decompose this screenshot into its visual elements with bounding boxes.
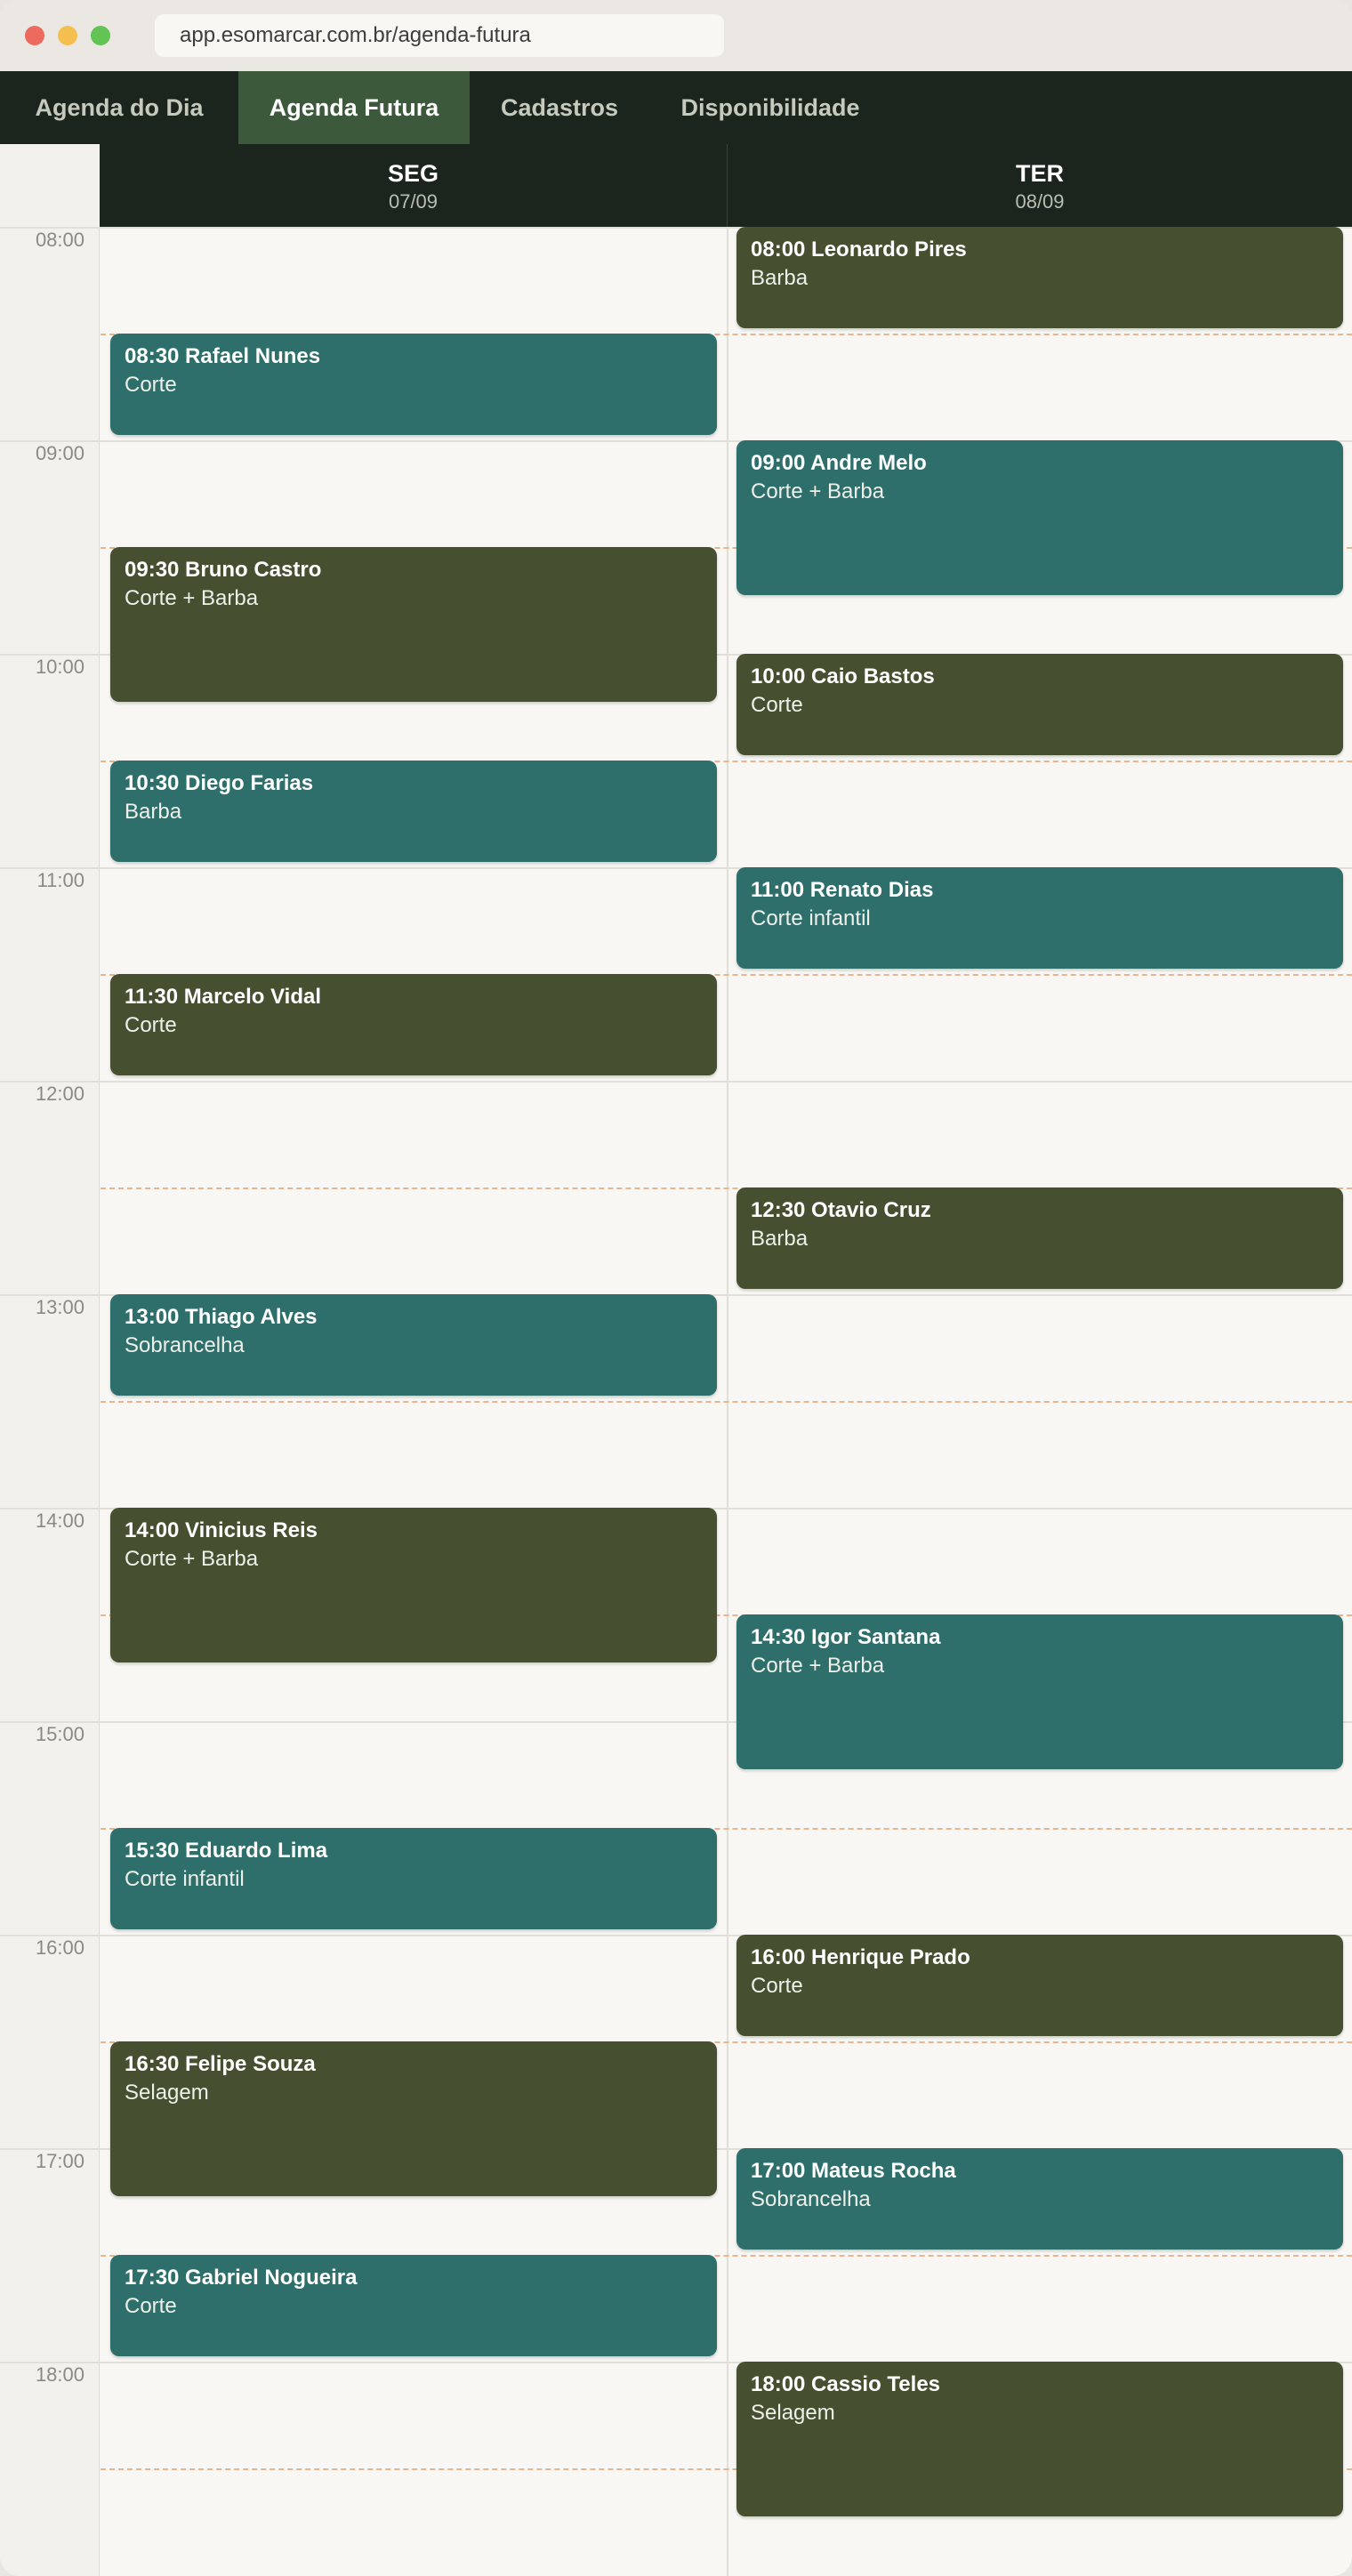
appointment-service: Corte infantil: [751, 906, 871, 930]
appointment-card[interactable]: 10:00 Caio Bastos Corte: [736, 654, 1343, 755]
appointment-card[interactable]: 17:00 Mateus Rocha Sobrancelha: [736, 2148, 1343, 2250]
appointment-service: Corte: [125, 2294, 177, 2318]
time-column: 08:00 09:00 10:00 11:00 12:00 13:00 14:00 15:00…: [0, 227, 100, 2576]
appointment-title: 12:30 Otavio Cruz: [751, 1198, 931, 1222]
appointment-title: 14:00 Vinicius Reis: [125, 1518, 318, 1542]
hour-label: 08:00: [35, 229, 84, 251]
hour-label: 14:00: [35, 1509, 84, 1532]
day-name: TER: [1016, 160, 1064, 187]
appointment-service: Corte: [125, 1013, 177, 1037]
appointment-title: 11:30 Marcelo Vidal: [125, 985, 322, 1009]
appointment-service: Corte + Barba: [751, 1654, 885, 1678]
appointment-card[interactable]: 14:00 Vinicius Reis Corte + Barba: [110, 1508, 717, 1662]
appointment-card[interactable]: 16:00 Henrique Prado Corte: [736, 1935, 1343, 2036]
hour-label: 17:00: [35, 2150, 84, 2172]
hour-label: 13:00: [35, 1296, 84, 1318]
time-header-corner: [0, 144, 100, 227]
appointment-title: 16:30 Felipe Souza: [125, 2052, 316, 2076]
appointment-service: Selagem: [125, 2081, 209, 2105]
appointment-service: Corte + Barba: [125, 1547, 259, 1571]
hour-label: 09:00: [35, 442, 84, 464]
header-divider: [727, 144, 728, 227]
appointment-title: 09:30 Bruno Castro: [125, 558, 322, 582]
day-header-seg: SEG 07/09: [100, 144, 727, 227]
browser-window: app.esomarcar.com.br/agenda-futura Agend…: [0, 0, 1352, 2576]
day-header-ter: TER 08/09: [728, 144, 1352, 227]
appointment-title: 14:30 Igor Santana: [751, 1625, 941, 1649]
appointment-card[interactable]: 15:30 Eduardo Lima Corte infantil: [110, 1828, 717, 1929]
appointment-card[interactable]: 13:00 Thiago Alves Sobrancelha: [110, 1294, 717, 1396]
hour-label: 12:00: [35, 1083, 84, 1105]
hour-label: 11:00: [36, 869, 84, 891]
maximize-window-icon[interactable]: [91, 26, 110, 45]
appointment-card[interactable]: 08:00 Leonardo Pires Barba: [736, 227, 1343, 328]
close-window-icon[interactable]: [25, 26, 44, 45]
day-date: 07/09: [388, 190, 439, 213]
appointment-title: 13:00 Thiago Alves: [125, 1305, 318, 1329]
appointment-service: Sobrancelha: [125, 1333, 245, 1357]
appointment-card[interactable]: 09:30 Bruno Castro Corte + Barba: [110, 547, 717, 702]
appointment-title: 16:00 Henrique Prado: [751, 1945, 970, 1969]
appointment-title: 10:30 Diego Farias: [125, 771, 314, 795]
nav-disponibilidade[interactable]: Disponibilidade: [649, 71, 891, 144]
appointment-service: Barba: [125, 800, 182, 824]
appointment-service: Corte + Barba: [751, 479, 885, 503]
main-nav: Agenda do Dia Agenda Futura Cadastros Di…: [0, 71, 1352, 144]
appointment-title: 10:00 Caio Bastos: [751, 664, 935, 688]
appointment-service: Sobrancelha: [751, 2187, 871, 2211]
address-bar[interactable]: app.esomarcar.com.br/agenda-futura: [155, 14, 724, 57]
appointment-card[interactable]: 12:30 Otavio Cruz Barba: [736, 1187, 1343, 1289]
hour-label: 10:00: [35, 656, 84, 678]
appointment-card[interactable]: 09:00 Andre Melo Corte + Barba: [736, 440, 1343, 595]
day-date: 08/09: [1015, 190, 1065, 213]
appointment-card[interactable]: 18:00 Cassio Teles Selagem: [736, 2362, 1343, 2516]
appointment-service: Corte: [751, 1974, 803, 1998]
appointment-card[interactable]: 14:30 Igor Santana Corte + Barba: [736, 1614, 1343, 1769]
appointment-service: Corte infantil: [125, 1867, 245, 1891]
half-hour-gridline: [101, 1401, 1352, 1403]
browser-chrome: app.esomarcar.com.br/agenda-futura: [0, 0, 1352, 71]
appointment-card[interactable]: 08:30 Rafael Nunes Corte: [110, 334, 717, 435]
appointment-title: 08:00 Leonardo Pires: [751, 237, 967, 262]
appointment-title: 09:00 Andre Melo: [751, 451, 927, 475]
appointment-card[interactable]: 11:30 Marcelo Vidal Corte: [110, 974, 717, 1075]
appointment-service: Corte: [751, 693, 803, 717]
nav-cadastros[interactable]: Cadastros: [470, 71, 649, 144]
appointment-card[interactable]: 10:30 Diego Farias Barba: [110, 761, 717, 862]
nav-agenda-do-dia[interactable]: Agenda do Dia: [0, 71, 238, 144]
appointment-title: 15:30 Eduardo Lima: [125, 1839, 328, 1863]
appointment-title: 08:30 Rafael Nunes: [125, 344, 321, 368]
appointment-service: Corte + Barba: [125, 586, 259, 610]
minimize-window-icon[interactable]: [58, 26, 77, 45]
appointment-service: Barba: [751, 266, 809, 290]
nav-agenda-futura[interactable]: Agenda Futura: [238, 71, 470, 144]
appointment-card[interactable]: 11:00 Renato Dias Corte infantil: [736, 867, 1343, 969]
appointment-service: Corte: [125, 373, 177, 397]
appointment-service: Barba: [751, 1227, 809, 1251]
appointment-card[interactable]: 16:30 Felipe Souza Selagem: [110, 2041, 717, 2196]
appointment-title: 17:00 Mateus Rocha: [751, 2159, 956, 2183]
calendar-grid: 08:00 09:00 10:00 11:00 12:00 13:00 14:00 15:00…: [0, 227, 1352, 2576]
appointment-title: 17:30 Gabriel Nogueira: [125, 2266, 358, 2290]
appointment-service: Selagem: [751, 2401, 835, 2425]
appointment-title: 11:00 Renato Dias: [751, 878, 934, 902]
hour-label: 15:00: [35, 1723, 84, 1745]
day-name: SEG: [387, 160, 439, 187]
appointment-title: 18:00 Cassio Teles: [751, 2372, 941, 2396]
hour-label: 18:00: [35, 2363, 84, 2386]
appointment-card[interactable]: 17:30 Gabriel Nogueira Corte: [110, 2255, 717, 2356]
hour-gridline: [0, 1081, 1352, 1083]
hour-label: 16:00: [35, 1936, 84, 1959]
